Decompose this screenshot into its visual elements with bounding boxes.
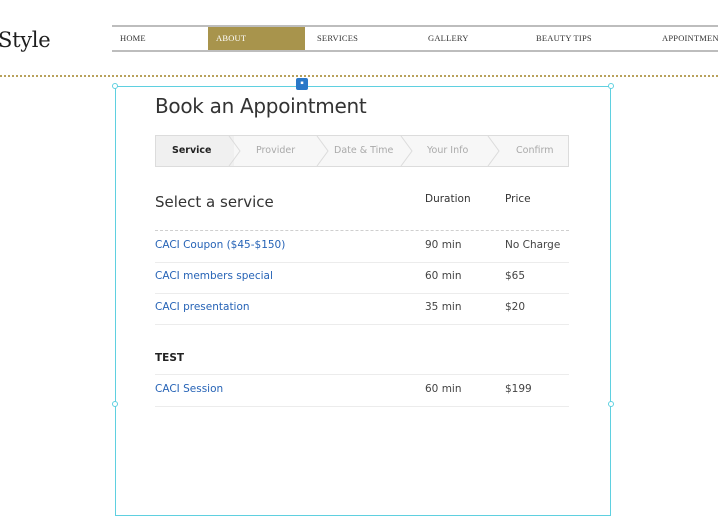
service-duration: 35 min [425,301,462,313]
service-row[interactable]: CACI Coupon ($45-$150) 90 min No Charge [155,231,569,263]
service-duration: 60 min [425,383,462,395]
nav-item-appointments[interactable]: APPOINTMENTS [662,27,718,50]
service-duration: 90 min [425,239,462,251]
widget-edit-icon[interactable]: ▪ [296,78,308,90]
top-navigation: HOME ABOUT SERVICES GALLERY BEAUTY TIPS … [112,25,718,52]
service-row[interactable]: CACI presentation 35 min $20 [155,293,569,325]
service-price: $20 [505,301,526,313]
nav-item-services[interactable]: SERVICES [317,27,358,50]
step-separator-icon [228,136,241,166]
resize-handle-left[interactable] [112,401,118,407]
widget-title: Book an Appointment [155,94,367,118]
step-separator-icon [487,136,500,166]
step-separator-icon [400,136,413,166]
nav-item-gallery[interactable]: GALLERY [428,27,469,50]
service-link[interactable]: CACI presentation [155,301,250,313]
resize-handle-top-left[interactable] [112,83,118,89]
column-header-duration: Duration [425,193,471,205]
service-group-heading: TEST [155,352,569,375]
step-provider[interactable]: Provider [256,136,295,166]
service-price: $65 [505,270,526,282]
nav-item-about[interactable]: ABOUT [208,27,305,50]
step-separator-icon [316,136,329,166]
header-divider [0,75,718,77]
site-logo[interactable]: Style [0,28,51,52]
nav-item-home[interactable]: HOME [120,27,146,50]
service-link[interactable]: CACI Coupon ($45-$150) [155,239,285,251]
resize-handle-right[interactable] [608,401,614,407]
resize-handle-top-right[interactable] [608,83,614,89]
service-link[interactable]: CACI members special [155,270,273,282]
nav-item-beauty-tips[interactable]: BEAUTY TIPS [536,27,592,50]
step-service[interactable]: Service [172,136,212,166]
service-row[interactable]: CACI members special 60 min $65 [155,262,569,294]
column-header-price: Price [505,193,531,205]
service-row[interactable]: CACI Session 60 min $199 [155,375,569,407]
service-link[interactable]: CACI Session [155,383,223,395]
step-confirm[interactable]: Confirm [516,136,553,166]
section-heading: Select a service [155,193,274,211]
service-price: No Charge [505,239,561,251]
service-price: $199 [505,383,532,395]
step-date-time[interactable]: Date & Time [334,136,393,166]
service-duration: 60 min [425,270,462,282]
booking-steps: Service Provider Date & Time Your Info C… [155,135,569,167]
step-your-info[interactable]: Your Info [427,136,468,166]
